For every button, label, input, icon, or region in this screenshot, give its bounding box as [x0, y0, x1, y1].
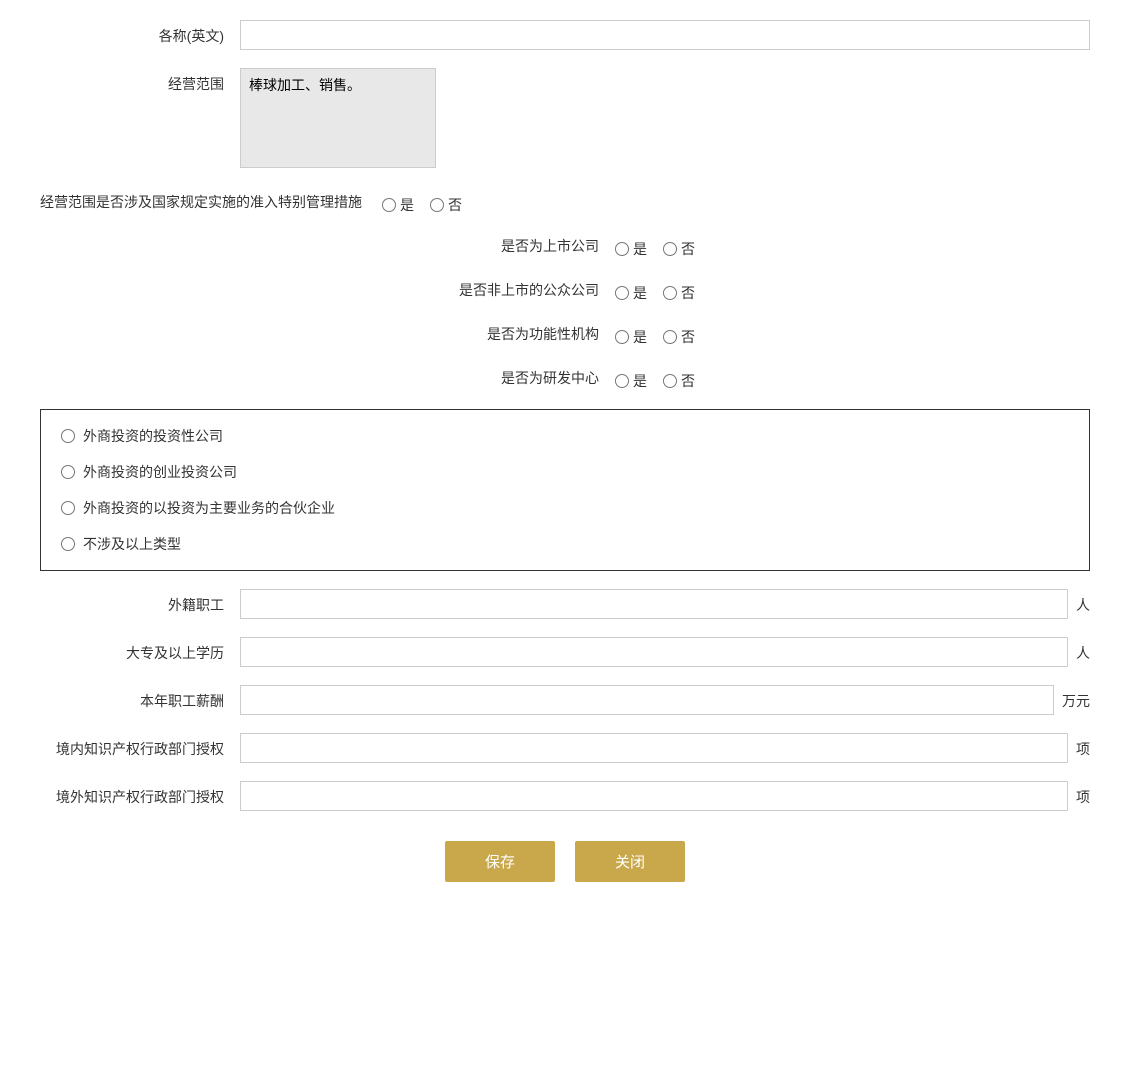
button-row: 保存 关闭	[40, 841, 1090, 882]
listed-label: 是否为上市公司	[435, 236, 615, 256]
invest-type-radio-3[interactable]	[61, 537, 75, 551]
edu-row: 大专及以上学历 人	[40, 637, 1090, 667]
functional-org-label: 是否为功能性机构	[435, 324, 615, 344]
functional-org-no-item[interactable]: 否	[663, 327, 695, 347]
domestic-ip-unit: 项	[1068, 733, 1090, 759]
listed-row: 是否为上市公司 是 否	[40, 233, 1090, 259]
foreign-ip-unit: 项	[1068, 781, 1090, 807]
edu-label: 大专及以上学历	[40, 637, 240, 663]
special-mgmt-yes-label: 是	[400, 195, 414, 215]
invest-type-item-1[interactable]: 外商投资的创业投资公司	[61, 462, 1069, 482]
business-scope-row: 经营范围 棒球加工、销售。	[40, 68, 1090, 171]
name-en-label: 各称(英文)	[40, 20, 240, 46]
invest-type-radio-0[interactable]	[61, 429, 75, 443]
foreign-staff-label: 外籍职工	[40, 589, 240, 615]
business-scope-input[interactable]: 棒球加工、销售。	[240, 68, 436, 168]
invest-type-item-2[interactable]: 外商投资的以投资为主要业务的合伙企业	[61, 498, 1069, 518]
name-en-input[interactable]	[240, 20, 1090, 50]
public-unlisted-no-item[interactable]: 否	[663, 283, 695, 303]
save-button[interactable]: 保存	[445, 841, 555, 882]
listed-yes-label: 是	[633, 239, 647, 259]
public-unlisted-no-label: 否	[681, 283, 695, 303]
special-mgmt-no-radio[interactable]	[430, 198, 444, 212]
functional-org-yes-radio[interactable]	[615, 330, 629, 344]
listed-no-radio[interactable]	[663, 242, 677, 256]
foreign-ip-input[interactable]	[240, 781, 1068, 811]
edu-unit: 人	[1068, 637, 1090, 663]
foreign-ip-label: 境外知识产权行政部门授权	[40, 781, 240, 807]
edu-input[interactable]	[240, 637, 1068, 667]
form-container: 各称(英文) 经营范围 棒球加工、销售。 经营范围是否涉及国家规定实施的准入特别…	[40, 20, 1090, 882]
name-en-row: 各称(英文)	[40, 20, 1090, 50]
rd-center-no-radio[interactable]	[663, 374, 677, 388]
domestic-ip-label: 境内知识产权行政部门授权	[40, 733, 240, 759]
functional-org-row: 是否为功能性机构 是 否	[40, 321, 1090, 347]
salary-label: 本年职工薪酬	[40, 685, 240, 711]
invest-type-radio-1[interactable]	[61, 465, 75, 479]
invest-type-label-1: 外商投资的创业投资公司	[83, 462, 237, 482]
invest-type-item-3[interactable]: 不涉及以上类型	[61, 534, 1069, 554]
foreign-staff-input[interactable]	[240, 589, 1068, 619]
listed-no-label: 否	[681, 239, 695, 259]
invest-type-label-2: 外商投资的以投资为主要业务的合伙企业	[83, 498, 335, 518]
public-unlisted-yes-label: 是	[633, 283, 647, 303]
special-mgmt-label: 经营范围是否涉及国家规定实施的准入特别管理措施	[40, 192, 382, 212]
salary-unit: 万元	[1054, 685, 1090, 711]
rd-center-label: 是否为研发中心	[435, 368, 615, 388]
salary-input[interactable]	[240, 685, 1054, 715]
special-mgmt-no-label: 否	[448, 195, 462, 215]
special-mgmt-no-item[interactable]: 否	[430, 195, 462, 215]
special-mgmt-radio-group: 是 否	[382, 189, 462, 215]
invest-type-label-0: 外商投资的投资性公司	[83, 426, 223, 446]
foreign-staff-row: 外籍职工 人	[40, 589, 1090, 619]
functional-org-yes-label: 是	[633, 327, 647, 347]
rd-center-yes-item[interactable]: 是	[615, 371, 647, 391]
rd-center-no-label: 否	[681, 371, 695, 391]
public-unlisted-radio-group: 是 否	[615, 277, 695, 303]
invest-type-label-3: 不涉及以上类型	[83, 534, 181, 554]
listed-yes-radio[interactable]	[615, 242, 629, 256]
foreign-staff-unit: 人	[1068, 589, 1090, 615]
listed-radio-group: 是 否	[615, 233, 695, 259]
listed-yes-item[interactable]: 是	[615, 239, 647, 259]
rd-center-row: 是否为研发中心 是 否	[40, 365, 1090, 391]
functional-org-no-radio[interactable]	[663, 330, 677, 344]
salary-row: 本年职工薪酬 万元	[40, 685, 1090, 715]
rd-center-yes-radio[interactable]	[615, 374, 629, 388]
foreign-ip-row: 境外知识产权行政部门授权 项	[40, 781, 1090, 811]
special-mgmt-row: 经营范围是否涉及国家规定实施的准入特别管理措施 是 否	[40, 189, 1090, 215]
functional-org-no-label: 否	[681, 327, 695, 347]
domestic-ip-input[interactable]	[240, 733, 1068, 763]
public-unlisted-no-radio[interactable]	[663, 286, 677, 300]
public-unlisted-yes-item[interactable]: 是	[615, 283, 647, 303]
public-unlisted-yes-radio[interactable]	[615, 286, 629, 300]
functional-org-radio-group: 是 否	[615, 321, 695, 347]
rd-center-yes-label: 是	[633, 371, 647, 391]
invest-type-radio-2[interactable]	[61, 501, 75, 515]
business-scope-label: 经营范围	[40, 68, 240, 94]
public-unlisted-row: 是否非上市的公众公司 是 否	[40, 277, 1090, 303]
special-mgmt-yes-radio[interactable]	[382, 198, 396, 212]
listed-no-item[interactable]: 否	[663, 239, 695, 259]
functional-org-yes-item[interactable]: 是	[615, 327, 647, 347]
special-mgmt-yes-item[interactable]: 是	[382, 195, 414, 215]
invest-type-item-0[interactable]: 外商投资的投资性公司	[61, 426, 1069, 446]
domestic-ip-row: 境内知识产权行政部门授权 项	[40, 733, 1090, 763]
public-unlisted-label: 是否非上市的公众公司	[435, 280, 615, 300]
invest-type-box: 外商投资的投资性公司 外商投资的创业投资公司 外商投资的以投资为主要业务的合伙企…	[40, 409, 1090, 571]
close-button[interactable]: 关闭	[575, 841, 685, 882]
business-scope-wrapper: 棒球加工、销售。	[240, 68, 1090, 171]
rd-center-no-item[interactable]: 否	[663, 371, 695, 391]
rd-center-radio-group: 是 否	[615, 365, 695, 391]
